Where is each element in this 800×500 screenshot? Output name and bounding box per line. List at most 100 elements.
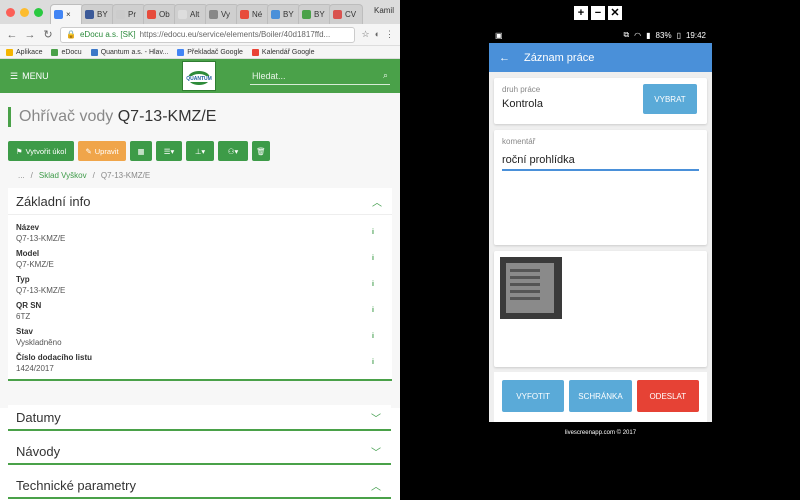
- browser-window: × BY Pr Ob Alt Vy Né BY BY CV Kamil ← → ↻ 🔒 eDocu…: [0, 0, 400, 500]
- chevron-down-icon[interactable]: ﹀: [371, 410, 381, 425]
- section-datumy[interactable]: Datumy ﹀: [8, 405, 391, 431]
- profile-name[interactable]: Kamil: [374, 6, 394, 15]
- section-navody[interactable]: Návody ﹀: [8, 439, 391, 465]
- users-dropdown-button[interactable]: ⚇▾: [218, 141, 248, 161]
- screen: × BY Pr Ob Alt Vy Né BY BY CV Kamil ← → ↻ 🔒 eDocu…: [0, 0, 800, 500]
- breadcrumb-parent[interactable]: Sklad Vyškov: [39, 171, 87, 180]
- maximize-window-button[interactable]: [34, 8, 43, 17]
- bookmark-translate[interactable]: Překladač Google: [177, 48, 243, 56]
- extension-icon[interactable]: ◐: [375, 29, 380, 40]
- info-icon[interactable]: i: [372, 281, 374, 288]
- forward-icon[interactable]: →: [24, 29, 36, 41]
- back-arrow-icon[interactable]: ←: [499, 52, 510, 64]
- browser-tab[interactable]: Pr: [112, 4, 146, 24]
- send-button[interactable]: ODESLAT: [636, 380, 699, 412]
- edit-icon: ✎: [85, 146, 92, 156]
- clipboard-button[interactable]: SCHRÁNKA: [569, 380, 632, 412]
- take-photo-button[interactable]: VYFOTIT: [502, 380, 565, 412]
- field-label: Stav: [16, 327, 33, 336]
- close-window-button[interactable]: [6, 8, 15, 17]
- browser-toolbar: ← → ↻ 🔒 eDocu a.s. [SK] https://edocu.eu…: [0, 24, 400, 46]
- list-dropdown-button[interactable]: ☰▾: [156, 141, 182, 161]
- calendar-button[interactable]: ▦: [130, 141, 152, 161]
- browser-tab[interactable]: BY: [267, 4, 301, 24]
- reload-icon[interactable]: ↻: [42, 28, 54, 41]
- favicon-icon: [116, 10, 125, 19]
- field-label: Model: [16, 249, 40, 258]
- photo-thumbnail[interactable]: [500, 257, 562, 319]
- favicon-icon: [271, 10, 280, 19]
- hierarchy-dropdown-button[interactable]: ⊥▾: [186, 141, 214, 161]
- browser-tab[interactable]: BY: [298, 4, 332, 24]
- cast-icon: ⧉: [623, 30, 630, 39]
- info-icon[interactable]: i: [372, 333, 374, 340]
- quantum-icon: [90, 48, 98, 56]
- comment-input[interactable]: roční prohlídka: [502, 154, 699, 171]
- star-icon[interactable]: ☆: [361, 29, 369, 40]
- tab-label: Né: [252, 10, 263, 19]
- section-technicke-parametry[interactable]: Technické parametry ︿: [8, 473, 391, 499]
- create-task-button[interactable]: ⚑ Vytvořit úkol: [8, 141, 74, 161]
- comment-label: komentář: [502, 137, 536, 146]
- select-button[interactable]: VYBRAT: [643, 84, 697, 114]
- hamburger-icon: ☰: [10, 70, 19, 81]
- bookmark-apps[interactable]: Aplikace: [6, 48, 42, 56]
- info-icon[interactable]: i: [372, 307, 374, 314]
- search-input[interactable]: Hledat... ⌕: [250, 67, 390, 85]
- field-value: Q7-13-KMZ/E: [16, 286, 66, 295]
- favicon-icon: [209, 10, 218, 19]
- apps-grid-icon: [6, 48, 13, 56]
- back-icon[interactable]: ←: [6, 29, 18, 41]
- tab-label: Pr: [128, 10, 136, 19]
- browser-tab[interactable]: Ob: [143, 4, 177, 24]
- basic-info-header[interactable]: Základní info ︿: [8, 188, 392, 214]
- mirror-controls: + − ✕: [574, 6, 622, 20]
- browser-tabs: × BY Pr Ob Alt Vy Né BY BY CV: [50, 4, 363, 24]
- minimize-window-button[interactable]: [20, 8, 29, 17]
- lock-icon: 🔒: [66, 30, 76, 39]
- browser-tab[interactable]: Alt: [174, 4, 208, 24]
- tab-strip: × BY Pr Ob Alt Vy Né BY BY CV Kamil: [0, 0, 400, 24]
- quantum-logo[interactable]: QUANTUM: [182, 61, 216, 91]
- info-icon[interactable]: i: [372, 255, 374, 262]
- edit-button[interactable]: ✎ Upravit: [78, 141, 126, 161]
- wifi-icon: ◠: [634, 30, 642, 40]
- info-icon[interactable]: i: [372, 359, 374, 366]
- phone-action-row: VYFOTIT SCHRÁNKA ODESLAT: [494, 372, 707, 422]
- tab-label: Vy: [221, 10, 231, 19]
- tab-label: Ob: [159, 10, 170, 19]
- address-bar[interactable]: 🔒 eDocu a.s. [SK] https://edocu.eu/servi…: [60, 26, 356, 43]
- browser-tab[interactable]: Né: [236, 4, 270, 24]
- browser-tab[interactable]: Vy: [205, 4, 239, 24]
- chevron-up-icon[interactable]: ︿: [372, 194, 382, 209]
- bookmark-calendar[interactable]: Kalendář Google: [251, 48, 314, 56]
- breadcrumb-root[interactable]: ...: [18, 171, 25, 180]
- breadcrumb-current: Q7-13-KMZ/E: [100, 171, 151, 180]
- tab-label: CV: [345, 10, 357, 19]
- delete-button[interactable]: 🗑: [252, 141, 270, 161]
- fullscreen-button[interactable]: ✕: [608, 6, 622, 20]
- search-icon[interactable]: ⌕: [383, 70, 388, 81]
- favicon-icon: [240, 10, 249, 19]
- zoom-out-button[interactable]: −: [591, 6, 605, 20]
- translate-icon: [177, 48, 185, 56]
- field-value: Q7-13-KMZ/E: [16, 234, 66, 243]
- browser-tab[interactable]: CV: [329, 4, 363, 24]
- chevron-down-icon[interactable]: ﹀: [371, 444, 381, 459]
- menu-button[interactable]: ☰ MENU: [10, 71, 49, 82]
- field-value: 1424/2017: [16, 364, 54, 373]
- title-model: Q7-13-KMZ/E: [117, 108, 217, 125]
- browser-tab[interactable]: ×: [50, 4, 84, 24]
- tab-label: ×: [66, 10, 71, 19]
- menu-dots-icon[interactable]: ⋮: [385, 29, 394, 40]
- sim-icon: ▯: [676, 30, 681, 40]
- bookmark-quantum[interactable]: Quantum a.s. - Hlav...: [90, 48, 168, 56]
- url-text: https://edocu.eu/service/elements/Boiler…: [139, 30, 331, 39]
- zoom-in-button[interactable]: +: [574, 6, 588, 20]
- bookmark-edocu[interactable]: eDocu: [51, 48, 82, 56]
- info-icon[interactable]: i: [372, 229, 374, 236]
- browser-tab[interactable]: BY: [81, 4, 115, 24]
- chevron-up-icon[interactable]: ︿: [371, 478, 381, 493]
- info-field: Stav Vyskladněno i: [16, 327, 384, 347]
- page-title: Ohřívač vody Q7-13-KMZ/E: [8, 107, 400, 127]
